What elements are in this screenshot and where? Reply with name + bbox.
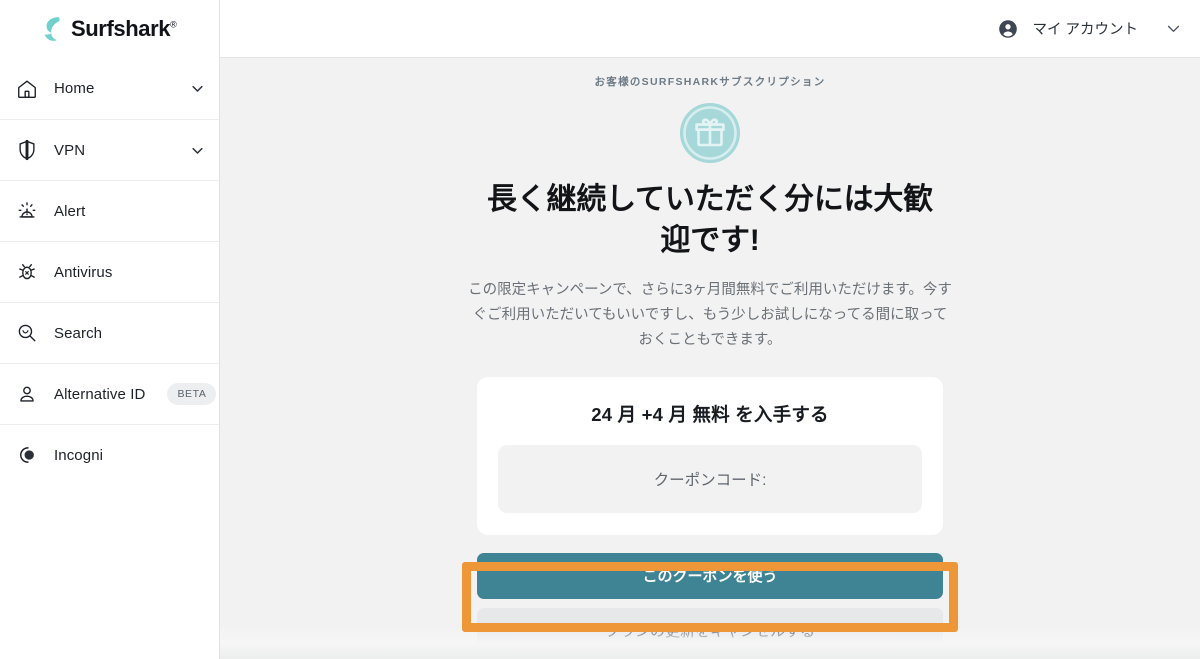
page-title: 長く継続していただく分には大歓迎です! (486, 183, 934, 258)
sidebar-item-label: Alert (54, 202, 86, 220)
topbar: マイ アカウント (220, 0, 1200, 58)
sidebar-item-alternative-id[interactable]: Alternative ID BETA (0, 363, 219, 424)
beta-badge: BETA (167, 383, 217, 405)
main-pane: マイ アカウント お客様のSURFSHARKサブスクリプション 長く継続していた… (220, 0, 1200, 659)
sidebar-item-antivirus[interactable]: Antivirus (0, 241, 219, 302)
gift-icon (680, 103, 740, 163)
search-icon (14, 320, 40, 346)
sidebar: Surfshark® Home VPN Alert Antivirus Sear… (0, 0, 220, 659)
chevron-down-icon[interactable] (189, 142, 205, 158)
sidebar-item-home[interactable]: Home (0, 58, 219, 119)
incogni-icon (14, 442, 40, 468)
offer-card: 24 月 +4 月 無料 を入手する クーポンコード: (477, 376, 943, 535)
action-buttons: このクーポンを使う プランの更新をキャンセルする (477, 552, 943, 654)
sidebar-item-vpn[interactable]: VPN (0, 119, 219, 180)
cancel-renewal-button[interactable]: プランの更新をキャンセルする (477, 607, 943, 654)
account-label: マイ アカウント (1032, 22, 1138, 38)
shield-icon (14, 137, 40, 163)
bug-icon (14, 259, 40, 285)
sidebar-item-label: Alternative ID (54, 385, 146, 403)
offer-title: 24 月 +4 月 無料 を入手する (591, 403, 829, 425)
brand-name: Surfshark® (71, 16, 177, 41)
alert-siren-icon (14, 198, 40, 224)
chevron-down-icon[interactable] (1164, 20, 1182, 38)
person-icon (14, 381, 40, 407)
sidebar-item-search[interactable]: Search (0, 302, 219, 363)
chevron-down-icon[interactable] (189, 81, 205, 97)
page-subtext: この限定キャンペーンで、さらに3ヶ月間無料でご利用いただけます。今すぐご利用いた… (468, 281, 952, 348)
surfshark-logo-icon (38, 16, 62, 42)
account-menu[interactable]: マイ アカウント (997, 18, 1164, 40)
sidebar-item-label: Incogni (54, 446, 104, 464)
promo-content: お客様のSURFSHARKサブスクリプション 長く継続していただく分には大歓迎で… (220, 58, 1200, 659)
sidebar-item-label: Search (54, 324, 103, 342)
sidebar-nav: Home VPN Alert Antivirus Search Alternat… (0, 58, 219, 485)
coupon-code-label: クーポンコード: (653, 471, 767, 489)
sidebar-item-label: Home (54, 80, 95, 97)
surfshark-account-page: Surfshark® Home VPN Alert Antivirus Sear… (0, 0, 1200, 659)
sidebar-item-label: Antivirus (54, 263, 113, 281)
registered-mark: ® (170, 19, 177, 30)
page-eyebrow: お客様のSURFSHARKサブスクリプション (594, 76, 826, 88)
sidebar-item-incogni[interactable]: Incogni (0, 424, 219, 485)
use-coupon-button[interactable]: このクーポンを使う (477, 552, 943, 599)
account-circle-icon (997, 18, 1019, 40)
brand-logo[interactable]: Surfshark® (0, 0, 219, 58)
sidebar-item-label: VPN (54, 141, 86, 159)
sidebar-item-alert[interactable]: Alert (0, 180, 219, 241)
home-icon (14, 76, 40, 102)
coupon-code-field[interactable]: クーポンコード: (498, 444, 922, 513)
